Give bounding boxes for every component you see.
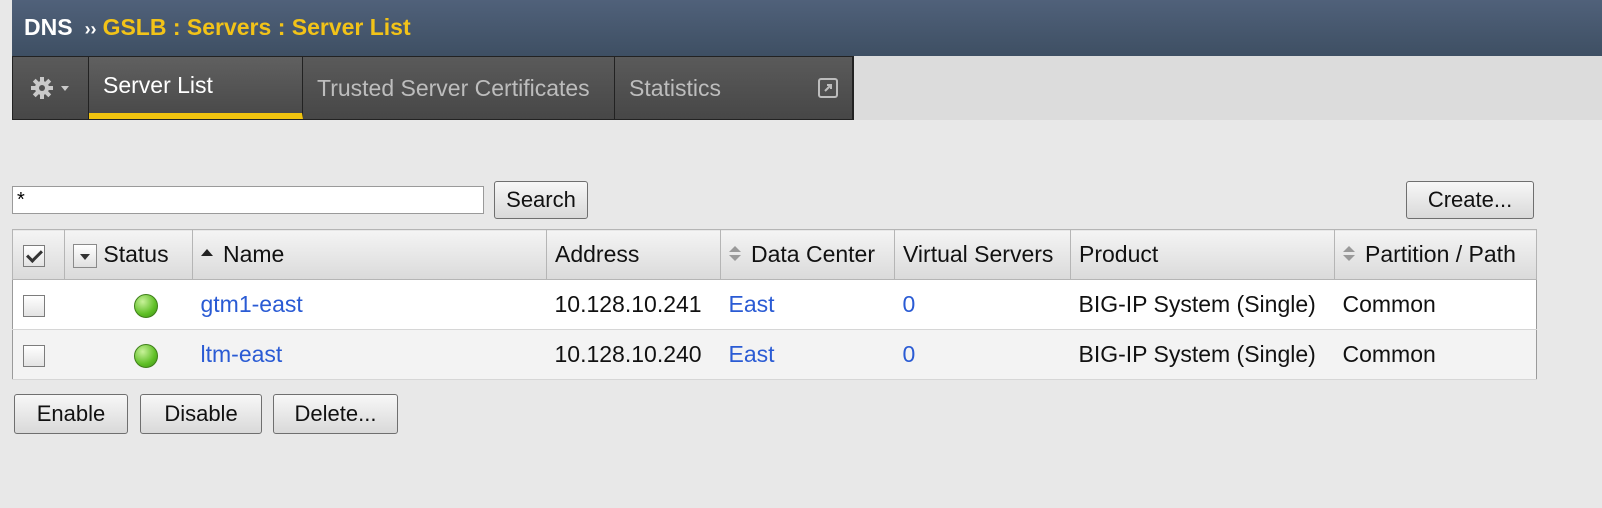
select-all-header	[12, 229, 65, 280]
address-cell: 10.128.10.241	[546, 279, 721, 330]
tab-trusted-server-certificates[interactable]: Trusted Server Certificates	[303, 57, 615, 119]
address-cell: 10.128.10.240	[546, 329, 721, 380]
row-select-cell	[12, 329, 65, 380]
search-input[interactable]	[12, 186, 484, 214]
data-center-header-label: Data Center	[751, 241, 876, 267]
tab-statistics[interactable]: Statistics	[615, 57, 853, 119]
tab-label: Statistics	[629, 74, 722, 101]
address-column-header: Address	[546, 229, 721, 280]
breadcrumb-root[interactable]: DNS	[24, 14, 73, 40]
data-center-link[interactable]: East	[729, 291, 775, 317]
status-available-icon	[133, 293, 158, 318]
tab-label: Server List	[103, 71, 213, 98]
product-header-label: Product	[1079, 241, 1159, 267]
partition-column-header[interactable]: Partition / Path	[1334, 229, 1537, 280]
partition-header-label: Partition / Path	[1365, 241, 1516, 267]
tab-server-list[interactable]: Server List	[89, 57, 303, 119]
breadcrumb-path: GSLB : Servers : Server List	[102, 14, 411, 40]
chevron-down-icon	[60, 86, 69, 91]
virtual-servers-column-header: Virtual Servers	[894, 229, 1071, 280]
virtual-servers-link[interactable]: 0	[903, 291, 916, 317]
row-select-cell	[12, 279, 65, 330]
status-header-label: Status	[103, 241, 169, 267]
partition-cell: Common	[1334, 279, 1537, 330]
menu-button[interactable]	[13, 57, 89, 119]
sort-icon	[729, 245, 741, 262]
table-row: ltm-east 10.128.10.240 East 0 BIG-IP Sys…	[12, 329, 1537, 380]
data-center-link[interactable]: East	[729, 341, 775, 367]
server-table: Status Name Address Data Center Virtual …	[12, 229, 1537, 380]
data-center-column-header[interactable]: Data Center	[720, 229, 895, 280]
server-name-link[interactable]: gtm1-east	[201, 291, 303, 317]
status-column-header[interactable]: Status	[64, 229, 193, 280]
breadcrumb: DNS ›› GSLB : Servers : Server List	[24, 14, 411, 41]
name-cell: gtm1-east	[192, 279, 547, 330]
search-button[interactable]: Search	[494, 181, 588, 219]
virtual-servers-cell: 0	[894, 329, 1071, 380]
status-cell	[64, 329, 193, 380]
status-cell	[64, 279, 193, 330]
address-header-label: Address	[555, 241, 640, 267]
sort-icon	[1343, 245, 1355, 262]
disable-button[interactable]: Disable	[140, 394, 262, 434]
product-cell: BIG-IP System (Single)	[1070, 279, 1335, 330]
enable-button[interactable]: Enable	[14, 394, 128, 434]
row-checkbox[interactable]	[23, 294, 45, 317]
product-cell: BIG-IP System (Single)	[1070, 329, 1335, 380]
table-row: gtm1-east 10.128.10.241 East 0 BIG-IP Sy…	[12, 279, 1537, 330]
tab-label: Trusted Server Certificates	[317, 74, 590, 101]
data-center-cell: East	[720, 279, 895, 330]
delete-button[interactable]: Delete...	[273, 394, 398, 434]
tab-bar: Server List Trusted Server Certificates …	[12, 56, 854, 120]
product-column-header: Product	[1070, 229, 1335, 280]
header-bar: DNS ›› GSLB : Servers : Server List	[12, 0, 1602, 57]
server-name-link[interactable]: ltm-east	[201, 341, 283, 367]
name-header-label: Name	[223, 241, 285, 267]
gear-icon	[29, 74, 73, 102]
status-available-icon	[133, 343, 158, 368]
row-checkbox[interactable]	[23, 344, 45, 367]
partition-cell: Common	[1334, 329, 1537, 380]
name-column-header[interactable]: Name	[192, 229, 547, 280]
tab-strip: Server List Trusted Server Certificates …	[12, 56, 1602, 120]
external-link-icon[interactable]	[818, 78, 838, 98]
virtual-servers-cell: 0	[894, 279, 1071, 330]
create-button[interactable]: Create...	[1406, 181, 1534, 219]
data-center-cell: East	[720, 329, 895, 380]
virtual-servers-link[interactable]: 0	[903, 341, 916, 367]
table-header-row: Status Name Address Data Center Virtual …	[12, 229, 1537, 280]
virtual-servers-header-label: Virtual Servers	[903, 241, 1054, 267]
column-menu-icon[interactable]	[73, 243, 97, 268]
sort-ascending-icon	[201, 249, 213, 257]
breadcrumb-separator: ››	[84, 19, 97, 39]
name-cell: ltm-east	[192, 329, 547, 380]
select-all-checkbox[interactable]	[23, 244, 45, 267]
